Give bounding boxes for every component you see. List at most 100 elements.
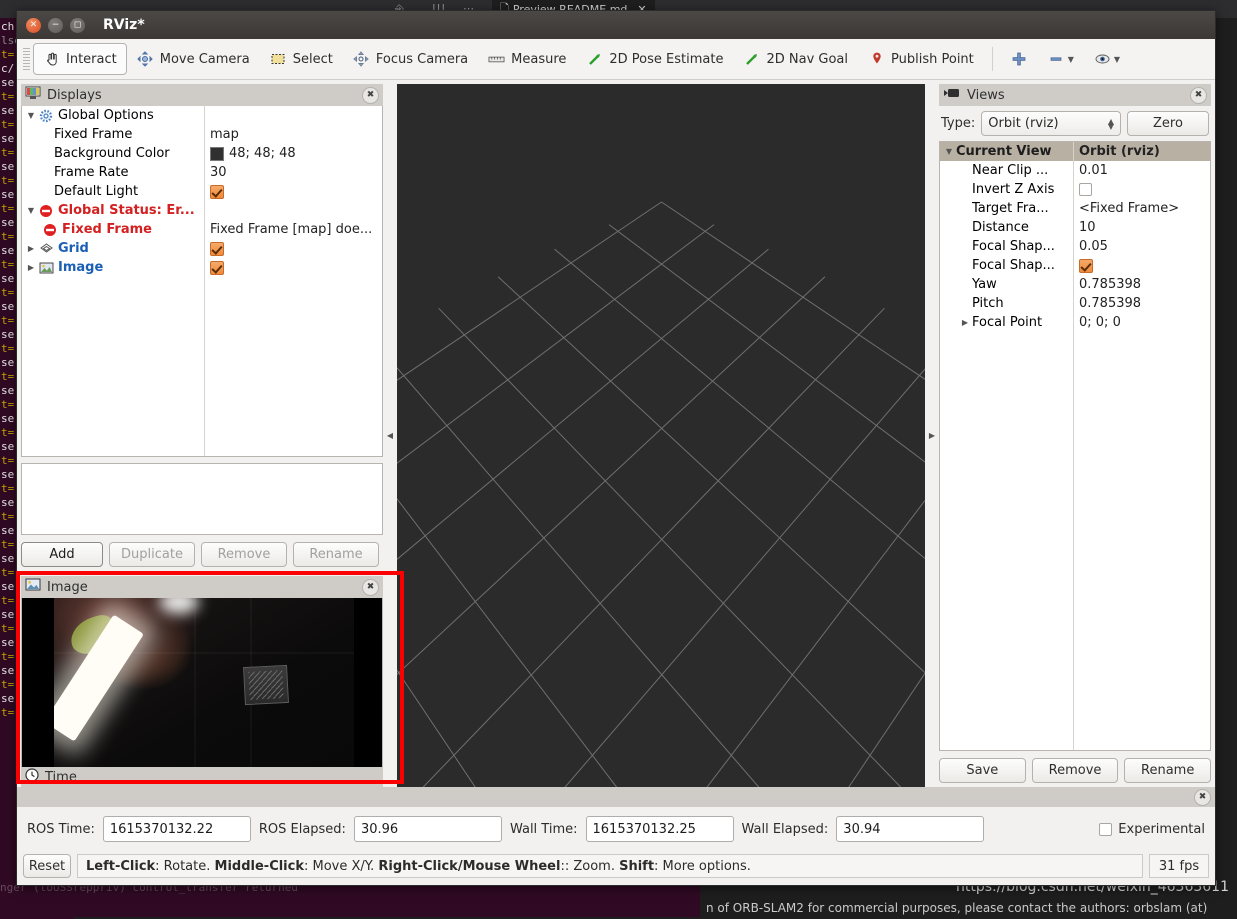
reset-button[interactable]: Reset — [23, 854, 71, 878]
focal-shape-checkbox[interactable] — [1079, 258, 1093, 273]
wall-time-input[interactable]: 1615370132.25 — [585, 816, 734, 842]
views-row-pitch[interactable]: Pitch 0.785398 — [940, 294, 1210, 313]
views-label: Yaw — [972, 277, 997, 292]
tool-interact[interactable]: Interact — [33, 43, 127, 75]
chevron-right-icon[interactable]: ▶ — [24, 263, 38, 272]
views-value[interactable]: <Fixed Frame> — [1073, 201, 1210, 216]
gear-icon — [38, 108, 54, 124]
tool-2d-pose-estimate[interactable]: 2D Pose Estimate — [576, 43, 733, 75]
default-light-checkbox[interactable] — [210, 184, 224, 199]
close-icon[interactable]: ✖ — [1190, 86, 1207, 104]
views-row-focal-shape-size[interactable]: Focal Shap... 0.05 — [940, 237, 1210, 256]
clock-icon — [25, 768, 39, 786]
maximize-icon[interactable]: ◻ — [70, 17, 85, 33]
experimental-checkbox[interactable] — [1099, 822, 1113, 836]
tree-row-fixed-frame[interactable]: Fixed Frame map — [22, 125, 382, 144]
minimize-icon[interactable]: − — [48, 17, 63, 33]
views-value[interactable]: 0.785398 — [1073, 296, 1210, 311]
tree-row-global-options[interactable]: ▼ Global Options — [22, 106, 382, 125]
toolbar-grip[interactable] — [23, 48, 30, 70]
close-icon[interactable]: ✖ — [362, 86, 379, 104]
chevron-right-icon[interactable]: ▶ — [24, 244, 38, 253]
tool-move-camera[interactable]: Move Camera — [127, 43, 260, 75]
chevron-down-icon[interactable]: ▼ — [24, 206, 38, 215]
remove-view-button[interactable]: Remove — [1031, 758, 1119, 783]
image-panel-header: Image ✖ — [21, 576, 383, 598]
grid-enabled-checkbox[interactable] — [210, 241, 224, 256]
spinner-icon[interactable]: ▲ ▼ — [1108, 117, 1114, 130]
views-value[interactable]: 0.05 — [1073, 239, 1210, 254]
close-icon[interactable]: ✖ — [1194, 788, 1211, 806]
views-row-focal-point[interactable]: ▶ Focal Point 0; 0; 0 — [940, 313, 1210, 332]
tool-label: Publish Point — [891, 51, 974, 67]
visibility-button[interactable]: ▼ — [1084, 43, 1130, 75]
tool-publish-point[interactable]: Publish Point — [858, 43, 984, 75]
tree-row-grid[interactable]: ▶ Grid — [22, 239, 382, 258]
collapse-left-icon[interactable]: ◀ — [383, 84, 397, 787]
close-icon[interactable]: ✕ — [26, 17, 41, 33]
tree-value[interactable]: 30 — [204, 165, 382, 180]
views-row-yaw[interactable]: Yaw 0.785398 — [940, 275, 1210, 294]
add-tool-button[interactable] — [1001, 43, 1038, 75]
tree-row-image[interactable]: ▶ Image — [22, 258, 382, 277]
center-column: ◀ ▶ — [383, 80, 939, 787]
views-row-distance[interactable]: Distance 10 — [940, 218, 1210, 237]
tree-row-frame-rate[interactable]: Frame Rate 30 — [22, 163, 382, 182]
zero-button[interactable]: Zero — [1127, 111, 1209, 136]
views-row-near-clip[interactable]: Near Clip ... 0.01 — [940, 161, 1210, 180]
chevron-down-icon[interactable]: ▼ — [942, 147, 956, 156]
views-value[interactable]: 0.01 — [1073, 163, 1210, 178]
views-label: Near Clip ... — [972, 163, 1049, 178]
views-tree-header[interactable]: ▼ Current View Orbit (rviz) — [940, 142, 1210, 161]
color-swatch[interactable] — [210, 146, 224, 161]
view-type-select[interactable]: Orbit (rviz) ▲ ▼ — [981, 111, 1121, 136]
tool-focus-camera[interactable]: Focus Camera — [343, 43, 478, 75]
views-tree[interactable]: ▼ Current View Orbit (rviz) Near Clip ..… — [939, 141, 1211, 751]
3d-viewport[interactable] — [397, 84, 925, 787]
displays-panel: Displays ✖ ▼ Global Options Fixed Frame … — [21, 84, 383, 567]
views-value[interactable]: 0.785398 — [1073, 277, 1210, 292]
views-value[interactable]: 10 — [1073, 220, 1210, 235]
experimental-toggle[interactable]: Experimental — [1099, 822, 1205, 837]
rename-view-button[interactable]: Rename — [1124, 758, 1212, 783]
image-enabled-checkbox[interactable] — [210, 260, 224, 275]
add-button[interactable]: Add — [21, 542, 103, 567]
wall-elapsed-input[interactable]: 30.94 — [836, 816, 985, 842]
remove-tool-button[interactable]: ▼ — [1038, 43, 1084, 75]
chevron-down-icon[interactable]: ▼ — [1114, 55, 1120, 64]
save-button[interactable]: Save — [939, 758, 1026, 783]
tree-value: 48; 48; 48 — [229, 146, 296, 161]
hint-more: : More options. — [654, 858, 751, 874]
views-row-invert-z[interactable]: Invert Z Axis — [940, 180, 1210, 199]
ros-time-input[interactable]: 1615370132.22 — [102, 816, 251, 842]
duplicate-button[interactable]: Duplicate — [109, 542, 195, 567]
views-row-target-frame[interactable]: Target Fra... <Fixed Frame> — [940, 199, 1210, 218]
ros-elapsed-input[interactable]: 30.96 — [353, 816, 502, 842]
window-title: RViz* — [103, 17, 145, 33]
close-icon[interactable]: ✖ — [362, 578, 379, 596]
tool-select[interactable]: Select — [260, 43, 343, 75]
main-toolbar: Interact Move Camera Select Focus Camera — [17, 39, 1215, 80]
camera-image-view[interactable] — [21, 598, 383, 767]
invert-z-checkbox[interactable] — [1079, 183, 1092, 196]
tree-row-default-light[interactable]: Default Light — [22, 182, 382, 201]
tree-row-status-fixed-frame[interactable]: Fixed Frame Fixed Frame [map] doe... — [22, 220, 382, 239]
chevron-down-icon[interactable]: ▼ — [1068, 55, 1074, 64]
views-panel: Views ✖ Type: Orbit (rviz) ▲ ▼ Zero ▼ Cu… — [939, 84, 1212, 787]
tree-row-background-color[interactable]: Background Color 48; 48; 48 — [22, 144, 382, 163]
chevron-right-icon[interactable]: ▶ — [958, 318, 972, 327]
tool-measure[interactable]: Measure — [478, 43, 576, 75]
remove-button[interactable]: Remove — [201, 542, 287, 567]
views-row-focal-shape-fixed[interactable]: Focal Shap... — [940, 256, 1210, 275]
chevron-down-icon[interactable]: ▼ — [24, 111, 38, 120]
tool-2d-nav-goal[interactable]: 2D Nav Goal — [733, 43, 858, 75]
tree-row-global-status[interactable]: ▼ Global Status: Er... — [22, 201, 382, 220]
wall-time-label: Wall Time: — [509, 821, 578, 837]
image-panel-wrapper: Image ✖ — [16, 571, 404, 784]
collapse-right-icon[interactable]: ▶ — [925, 84, 939, 787]
tree-value[interactable]: map — [204, 127, 382, 142]
views-value[interactable]: 0; 0; 0 — [1073, 315, 1210, 330]
displays-tree[interactable]: ▼ Global Options Fixed Frame map Backgro… — [21, 106, 383, 457]
hint-left-click: Left-Click — [86, 858, 156, 874]
rename-button[interactable]: Rename — [293, 542, 379, 567]
